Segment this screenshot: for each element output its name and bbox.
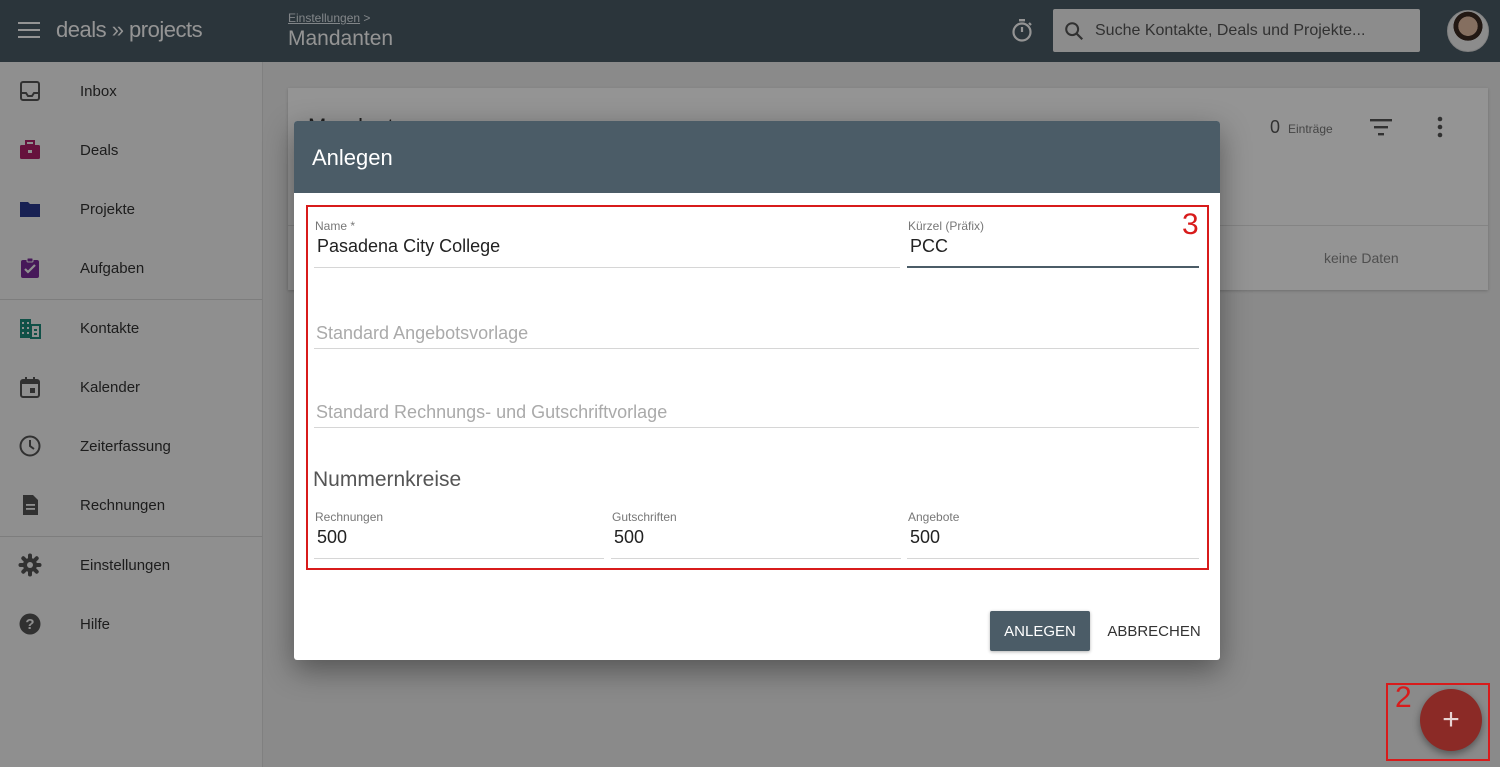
name-underline	[314, 267, 900, 268]
invoice-template-placeholder: Standard Rechnungs- und Gutschriftvorlag…	[316, 402, 668, 422]
annotation-number-2: 2	[1395, 681, 1412, 714]
cancel-button[interactable]: ABBRECHEN	[1100, 611, 1208, 651]
dialog-title: Anlegen	[312, 145, 393, 170]
annotation-number-3: 3	[1182, 208, 1199, 241]
offers-label: Angebote	[908, 510, 960, 524]
invoices-label: Rechnungen	[315, 510, 384, 524]
credits-underline	[611, 558, 901, 559]
invoices-number-field[interactable]: Rechnungen 500	[314, 510, 604, 559]
offer-template-placeholder: Standard Angebotsvorlage	[316, 323, 529, 343]
name-label: Name *	[315, 219, 356, 233]
offer-template-field[interactable]: Standard Angebotsvorlage	[314, 323, 1199, 349]
dialog-header: Anlegen	[294, 121, 1220, 193]
prefix-underline	[907, 266, 1199, 268]
invoices-underline	[314, 558, 604, 559]
credits-number-field[interactable]: Gutschriften 500	[611, 510, 901, 559]
prefix-label: Kürzel (Präfix)	[908, 219, 985, 233]
create-button[interactable]: ANLEGEN	[990, 611, 1090, 651]
prefix-input[interactable]: PCC	[910, 236, 948, 257]
credits-label: Gutschriften	[612, 510, 677, 524]
invoices-input[interactable]: 500	[317, 527, 347, 548]
number-ranges-heading: Nummernkreise	[313, 468, 462, 491]
offers-number-field[interactable]: Angebote 500	[907, 510, 1199, 559]
offers-underline	[907, 558, 1199, 559]
create-dialog: Anlegen 3 Name * Pasadena City College K…	[294, 121, 1220, 660]
offer-template-underline	[314, 348, 1199, 349]
invoice-template-field[interactable]: Standard Rechnungs- und Gutschriftvorlag…	[314, 402, 1199, 428]
name-input[interactable]: Pasadena City College	[317, 236, 500, 257]
name-field[interactable]: Name * Pasadena City College	[314, 219, 900, 268]
prefix-field[interactable]: Kürzel (Präfix) PCC	[907, 219, 1199, 268]
offers-input[interactable]: 500	[910, 527, 940, 548]
invoice-template-underline	[314, 427, 1199, 428]
credits-input[interactable]: 500	[614, 527, 644, 548]
